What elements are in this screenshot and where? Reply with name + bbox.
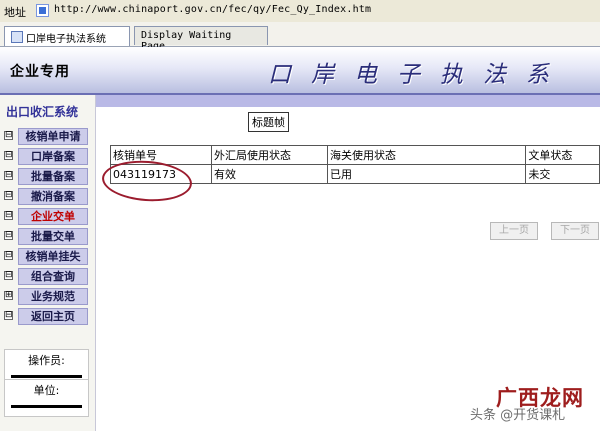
table-header-row: 核销单号 外汇局使用状态 海关使用状态 文单状态 [109,145,600,165]
sidebar-item-label[interactable]: 核销单挂失 [18,248,88,265]
sidebar-item-label[interactable]: 返回主页 [18,308,88,325]
next-page-button[interactable]: 下一页 [551,222,599,240]
column-header: 海关使用状态 [326,145,527,165]
collapse-icon[interactable]: ⊟ [4,231,13,240]
collapse-icon[interactable]: ⊟ [4,211,13,220]
tab-label: 口岸电子执法系统 [26,34,106,45]
sidebar-item-report-loss[interactable]: ⊟ 核销单挂失 [4,248,92,265]
table-cell: 有效 [211,164,328,184]
sidebar-item-label[interactable]: 业务规范 [18,288,88,305]
sidebar-item-label[interactable]: 批量备案 [18,168,88,185]
sidebar-item-label[interactable]: 口岸备案 [18,148,88,165]
operator-label: 操作员: [28,354,65,367]
main-content: 标题帧 核销单号 外汇局使用状态 海关使用状态 文单状态 043119173 有… [96,95,600,431]
sidebar-item-batch-record[interactable]: ⊟ 批量备案 [4,168,92,185]
collapse-icon[interactable]: ⊟ [4,131,13,140]
collapse-icon[interactable]: ⊟ [4,311,13,320]
collapse-icon[interactable]: ⊟ [4,171,13,180]
unit-box: 单位: [4,379,89,417]
page-header: 企业专用 口岸电子执法系统 [0,47,600,122]
collapse-icon[interactable]: ⊟ [4,191,13,200]
unit-label: 单位: [33,384,60,397]
sidebar-item-combined-query[interactable]: ⊟ 组合查询 [4,268,92,285]
column-header: 文单状态 [525,145,600,165]
prev-page-button[interactable]: 上一页 [490,222,538,240]
sidebar-item-port-record[interactable]: ⊟ 口岸备案 [4,148,92,165]
sidebar-item-batch-submit[interactable]: ⊟ 批量交单 [4,228,92,245]
collapse-icon[interactable]: ⊟ [4,251,13,260]
unit-value-redacted [11,405,82,408]
column-header: 外汇局使用状态 [211,145,328,165]
operator-value-redacted [11,375,82,378]
table-cell: 已用 [326,164,527,184]
watermark: 广西龙网 头条 @开货课札 [470,382,598,426]
sidebar-item-label[interactable]: 批量交单 [18,228,88,245]
sidebar-item-cancel-record[interactable]: ⊟ 撤消备案 [4,188,92,205]
sidebar: 出口收汇系统 ⊟ 核销单申请 ⊟ 口岸备案 ⊟ 批量备案 ⊟ 撤消备案 ⊟ 企业… [0,95,96,431]
sidebar-item-label[interactable]: 撤消备案 [18,188,88,205]
header-section-label: 企业专用 [10,64,70,80]
table-cell: 未交 [525,164,600,184]
collapse-icon[interactable]: ⊟ [4,151,13,160]
sidebar-item-label[interactable]: 企业交单 [18,208,88,225]
sidebar-item-verification-apply[interactable]: ⊟ 核销单申请 [4,128,92,145]
address-url-input[interactable]: http://www.chinaport.gov.cn/fec/qy/Fec_Q… [54,4,371,15]
sidebar-item-enterprise-submit[interactable]: ⊟ 企业交单 [4,208,92,225]
sidebar-title: 出口收汇系统 [6,105,79,119]
page-icon [36,4,49,17]
address-label: 地址 [4,6,26,19]
frame-title: 标题帧 [248,112,289,132]
tab-display-waiting[interactable]: Display Waiting Page [134,26,268,52]
expand-icon[interactable]: ⊞ [4,291,13,300]
watermark-credit: 头条 @开货课札 [470,408,566,423]
sidebar-item-label[interactable]: 核销单申请 [18,128,88,145]
main-top-strip [96,95,600,107]
collapse-icon[interactable]: ⊟ [4,271,13,280]
tab-port-system[interactable]: 口岸电子执法系统 [4,26,130,46]
sidebar-item-business-rules[interactable]: ⊞ 业务规范 [4,288,92,305]
address-bar: 地址 http://www.chinaport.gov.cn/fec/qy/Fe… [0,0,600,23]
sidebar-item-label[interactable]: 组合查询 [18,268,88,285]
tab-bar: 口岸电子执法系统 Display Waiting Page [0,22,600,52]
page-icon [11,31,23,43]
sidebar-item-return-home[interactable]: ⊟ 返回主页 [4,308,92,325]
